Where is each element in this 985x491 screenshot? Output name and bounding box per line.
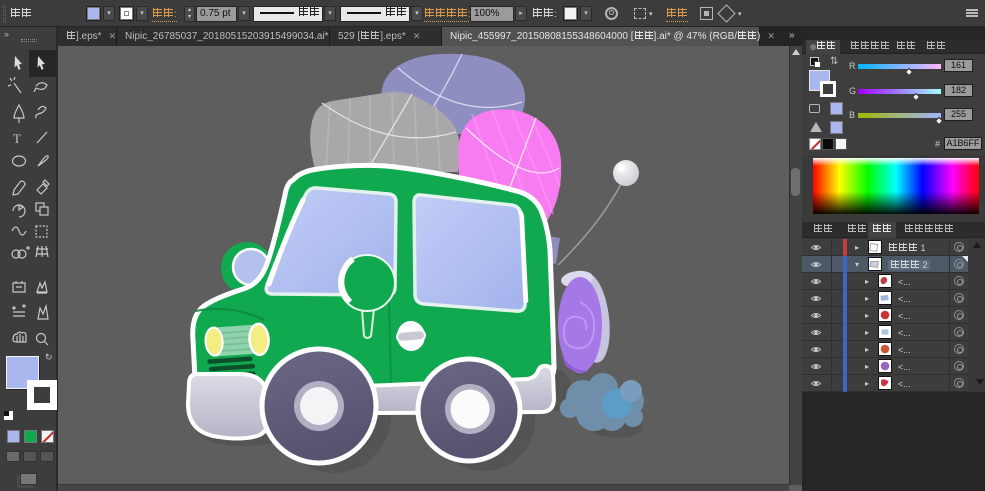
svg-text:T: T [13, 131, 21, 146]
